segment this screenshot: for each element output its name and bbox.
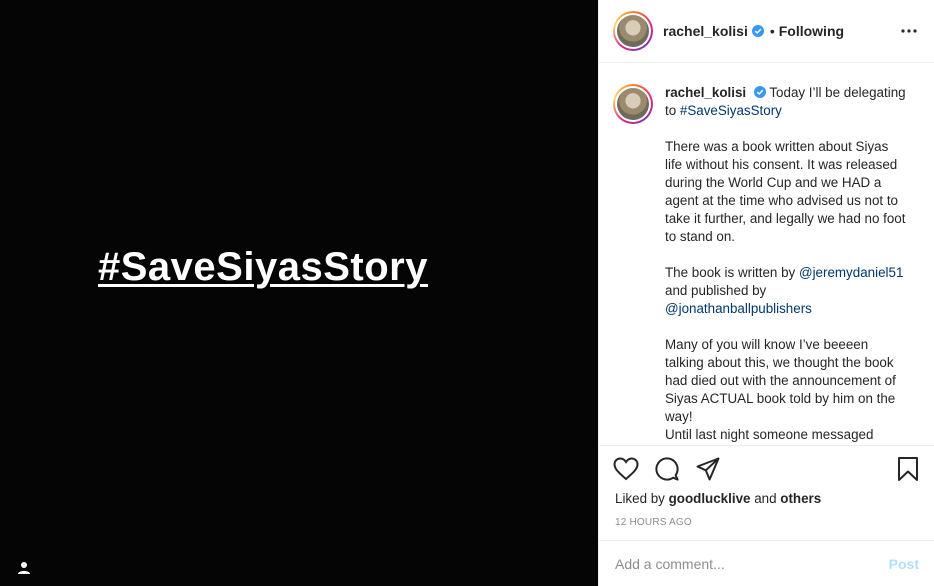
heart-icon[interactable] xyxy=(613,456,639,482)
user-tag-icon[interactable] xyxy=(14,558,34,578)
avatar[interactable] xyxy=(613,11,653,51)
mention-link-jonathanballpublishers[interactable]: @jonathanballpublishers xyxy=(665,301,812,316)
comment-icon[interactable] xyxy=(654,456,680,482)
caption-hashtag-link[interactable]: #SaveSiyasStory xyxy=(680,103,782,118)
caption-paragraph-4: Until last night someone messaged xyxy=(665,427,874,442)
separator-dot: • xyxy=(769,23,775,39)
post-timestamp[interactable]: 12 HOURS AGO xyxy=(615,517,692,528)
share-icon[interactable] xyxy=(695,456,721,482)
caption-p2-mid: and published by xyxy=(665,283,767,298)
bookmark-icon[interactable] xyxy=(895,456,921,482)
caption-paragraph-3: Many of you will know I’ve beeeen talkin… xyxy=(665,337,896,424)
post-comment-button[interactable]: Post xyxy=(889,556,919,572)
post-actions: Liked by goodlucklive and others 12 HOUR… xyxy=(599,445,934,528)
verified-badge-icon xyxy=(751,25,764,37)
more-options-icon[interactable] xyxy=(900,22,918,40)
verified-badge-icon xyxy=(753,86,766,98)
likes-summary: Liked by goodlucklive and others xyxy=(615,491,821,506)
caption-paragraph-2: The book is written by @jeremydaniel51 a… xyxy=(665,264,909,318)
caption-p2-prefix: The book is written by xyxy=(665,265,796,280)
caption-username[interactable]: rachel_kolisi xyxy=(665,85,746,100)
post-media[interactable]: #SaveSiyasStory xyxy=(0,0,598,586)
following-button[interactable]: Following xyxy=(779,23,844,39)
liked-by-prefix: Liked by xyxy=(615,491,665,506)
liked-by-and: and xyxy=(754,491,777,506)
caption-avatar[interactable] xyxy=(613,84,653,124)
liked-by-user-link[interactable]: goodlucklive xyxy=(669,491,751,506)
caption-paragraph-1: There was a book written about Siyas lif… xyxy=(665,139,906,244)
post-header: rachel_kolisi • Following xyxy=(599,0,934,63)
header-username[interactable]: rachel_kolisi xyxy=(663,23,748,39)
mention-link-jeremydaniel51[interactable]: @jeremydaniel51 xyxy=(799,265,903,280)
media-overlay-text: #SaveSiyasStory xyxy=(98,245,428,289)
post-side-panel: rachel_kolisi • Following rachel_kolisi … xyxy=(598,0,934,586)
caption-text: rachel_kolisi Today I’ll be delegating t… xyxy=(665,84,909,444)
liked-by-others-link[interactable]: others xyxy=(780,491,821,506)
caption-scroll-area[interactable]: rachel_kolisi Today I’ll be delegating t… xyxy=(599,64,934,444)
comment-input[interactable] xyxy=(615,555,889,572)
comment-bar: Post xyxy=(599,540,934,586)
